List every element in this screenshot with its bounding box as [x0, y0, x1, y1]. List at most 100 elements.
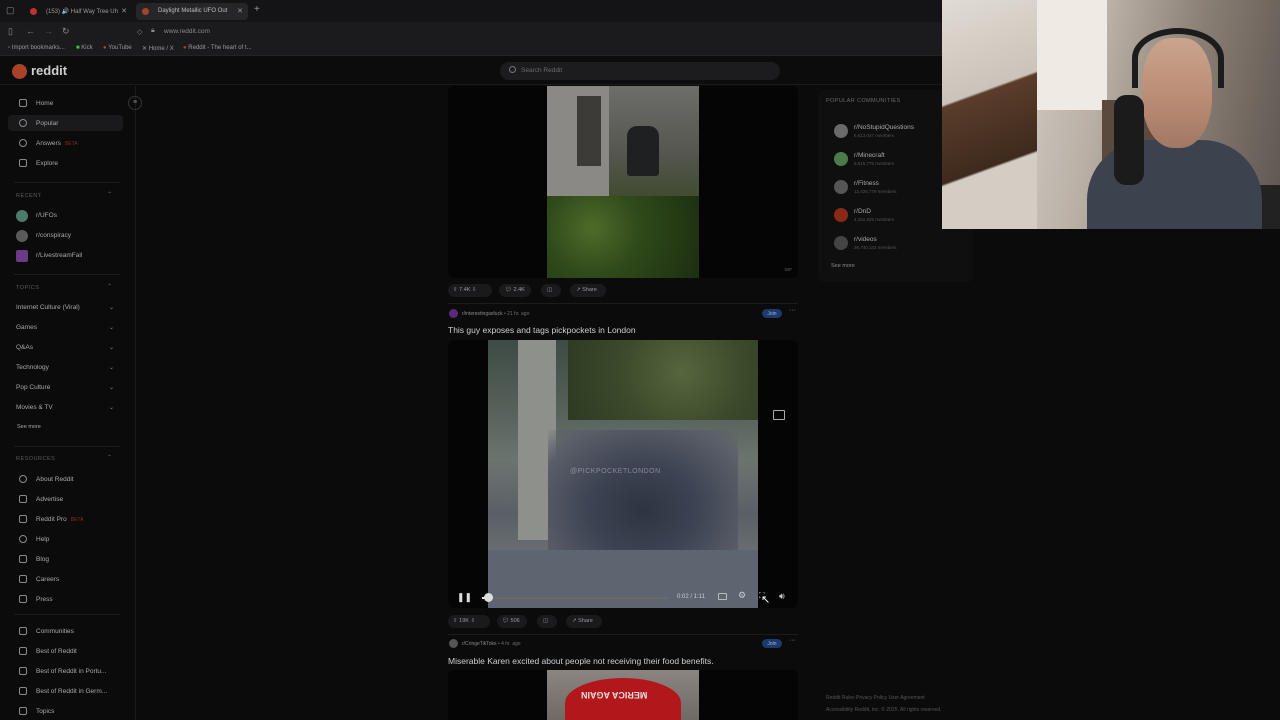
- recent-ufos[interactable]: r/UFOs: [16, 210, 57, 222]
- post2-title[interactable]: This guy exposes and tags pickpockets in…: [448, 325, 636, 335]
- topic-internet-culture[interactable]: Internet Culture (Viral) ⌄: [16, 304, 116, 311]
- post1-upvote[interactable]: ⇧ 7.4K ⇩: [453, 287, 477, 293]
- resource-about-reddit[interactable]: About Reddit: [8, 471, 123, 487]
- browser-tab-2[interactable]: Daylight Metallic UFO Out ✕: [136, 3, 248, 20]
- browser-tab-1[interactable]: (153) 🔊 Half Way Tree Uh ✕: [24, 3, 132, 20]
- resource-help[interactable]: Help: [8, 531, 123, 547]
- community-fitness[interactable]: r/Fitness: [854, 180, 879, 187]
- community-minecraft[interactable]: r/Minecraft: [854, 152, 885, 159]
- post3-subreddit[interactable]: r/CringeTikToks: [462, 641, 497, 647]
- post2-share[interactable]: ↗ Share: [572, 618, 593, 624]
- post1-award-icon[interactable]: ◫: [547, 287, 552, 293]
- subreddit-avatar[interactable]: [449, 639, 458, 648]
- community-dnd[interactable]: r/DnD: [854, 208, 871, 215]
- chevron-up-icon[interactable]: ⌃: [107, 454, 112, 461]
- beta-badge: BETA: [70, 517, 84, 523]
- sidebar-icon[interactable]: ▯: [8, 26, 13, 37]
- bookmark-kick[interactable]: ■ Kick: [76, 45, 93, 51]
- communities-see-more[interactable]: See more: [831, 263, 855, 269]
- resource-blog[interactable]: Blog: [8, 551, 123, 567]
- post3-more-icon[interactable]: ···: [789, 637, 796, 644]
- tab-label: (153) 🔊 Half Way Tree Uh: [46, 9, 118, 15]
- chevron-up-icon[interactable]: ⌃: [107, 191, 112, 198]
- subreddit-avatar[interactable]: [449, 309, 458, 318]
- topics-see-more[interactable]: See more: [17, 424, 41, 430]
- reload-icon[interactable]: ↻: [62, 26, 70, 37]
- chevron-down-icon: ⌄: [108, 405, 114, 411]
- resource-advertise[interactable]: Advertise: [8, 491, 123, 507]
- volume-icon[interactable]: 🔊︎: [779, 591, 785, 602]
- sidebar-toggle-icon[interactable]: ▢: [6, 5, 15, 16]
- post2-award-icon[interactable]: ◫: [543, 618, 548, 624]
- community-avatar[interactable]: [834, 236, 848, 250]
- sidebar-item-home[interactable]: Home: [8, 95, 123, 111]
- sidebar-best-of-reddit-german[interactable]: Best of Reddit in Germ...: [8, 683, 123, 699]
- community-avatar[interactable]: [834, 124, 848, 138]
- footer-line-2[interactable]: Accessibility Reddit, Inc. © 2025. All r…: [826, 704, 941, 716]
- community-nostupidquestions[interactable]: r/NoStupidQuestions: [854, 124, 914, 131]
- sidebar-best-of-reddit[interactable]: Best of Reddit: [8, 643, 123, 659]
- resource-press[interactable]: Press: [8, 591, 123, 607]
- shield-icon[interactable]: ◇: [137, 28, 142, 36]
- settings-icon[interactable]: ⚙︎: [738, 590, 746, 601]
- progress-handle[interactable]: [483, 593, 493, 602]
- resource-careers[interactable]: Careers: [8, 571, 123, 587]
- search-input[interactable]: Search Reddit: [500, 62, 780, 80]
- post2-video[interactable]: @PICKPOCKETLONDON ❚❚ 0:02 / 1:11 ⚙︎ ⛶ 🔊︎…: [448, 340, 798, 608]
- reddit-logo-icon[interactable]: [12, 64, 27, 79]
- resource-reddit-pro[interactable]: Reddit Pro BETA: [8, 511, 123, 527]
- reddit-logo[interactable]: reddit: [31, 63, 67, 78]
- sidebar-item-popular[interactable]: Popular: [8, 115, 123, 131]
- topic-movies-tv[interactable]: Movies & TV ⌄: [16, 404, 116, 411]
- post1-share[interactable]: ↗ Share: [576, 287, 597, 293]
- recent-header[interactable]: RECENT: [16, 193, 42, 199]
- sidebar-item-answers[interactable]: Answers BETA: [8, 135, 123, 151]
- sidebar-topics[interactable]: Topics: [8, 703, 123, 719]
- sidebar-communities[interactable]: Communities: [8, 623, 123, 639]
- sidebar-best-of-reddit-portuguese[interactable]: Best of Reddit in Portu...: [8, 663, 123, 679]
- sidebar-item-explore[interactable]: Explore: [8, 155, 123, 171]
- progress-track[interactable]: [482, 597, 667, 599]
- resources-header[interactable]: RESOURCES: [16, 456, 55, 462]
- post1-comments[interactable]: 💬︎ 2.4K: [505, 287, 525, 293]
- community-avatar[interactable]: [834, 180, 848, 194]
- post1-media[interactable]: GIF: [448, 86, 798, 278]
- post3-title[interactable]: Miserable Karen excited about people not…: [448, 656, 714, 666]
- blog-icon: [19, 555, 27, 563]
- topic-qas[interactable]: Q&As ⌄: [16, 344, 116, 351]
- topic-games[interactable]: Games ⌄: [16, 324, 116, 331]
- topics-header[interactable]: TOPICS: [16, 285, 39, 291]
- chevron-up-icon[interactable]: ⌃: [107, 283, 112, 290]
- beta-badge: BETA: [64, 141, 78, 147]
- community-videos[interactable]: r/videos: [854, 236, 877, 243]
- post2-comments[interactable]: 💬︎ 506: [502, 618, 520, 624]
- picture-in-picture-icon[interactable]: [773, 410, 785, 420]
- post3-join-button[interactable]: Join: [762, 639, 782, 648]
- footer-line-1[interactable]: Reddit Rules Privacy Policy User Agreeme…: [826, 692, 941, 704]
- captions-icon[interactable]: [718, 593, 727, 600]
- community-avatar[interactable]: [834, 208, 848, 222]
- bookmark-reddit[interactable]: ● Reddit - The heart of t...: [183, 45, 252, 51]
- topic-technology[interactable]: Technology ⌄: [16, 364, 116, 371]
- recent-livestreamfail[interactable]: r/LivestreamFail: [16, 250, 82, 262]
- url-field[interactable]: www.reddit.com: [164, 28, 210, 35]
- close-tab-icon[interactable]: ✕: [237, 7, 243, 15]
- post2-more-icon[interactable]: ···: [789, 307, 796, 314]
- new-tab-icon[interactable]: +: [254, 4, 260, 15]
- post2-subreddit[interactable]: r/interestingasfuck: [462, 311, 503, 317]
- lock-icon[interactable]: 🔒︎: [151, 27, 155, 35]
- forward-icon[interactable]: →: [44, 26, 53, 36]
- topic-pop-culture[interactable]: Pop Culture ⌄: [16, 384, 116, 391]
- post2-upvote[interactable]: ⇧ 19K ⇩: [453, 618, 475, 624]
- community-avatar[interactable]: [834, 152, 848, 166]
- back-icon[interactable]: ←: [26, 26, 35, 36]
- post2-join-button[interactable]: Join: [762, 309, 782, 318]
- recent-conspiracy[interactable]: r/conspiracy: [16, 230, 71, 242]
- collapse-sidebar-icon[interactable]: ≡: [128, 96, 142, 110]
- bookmark-youtube[interactable]: ● YouTube: [103, 45, 132, 51]
- close-tab-icon[interactable]: ✕: [121, 7, 127, 15]
- post3-media[interactable]: MERICA AGAIN: [448, 670, 798, 720]
- bookmark-import[interactable]: ▫ Import bookmarks...: [8, 45, 65, 51]
- bookmark-x[interactable]: ✕ Home / X: [142, 45, 174, 52]
- pause-icon[interactable]: ❚❚: [457, 592, 472, 603]
